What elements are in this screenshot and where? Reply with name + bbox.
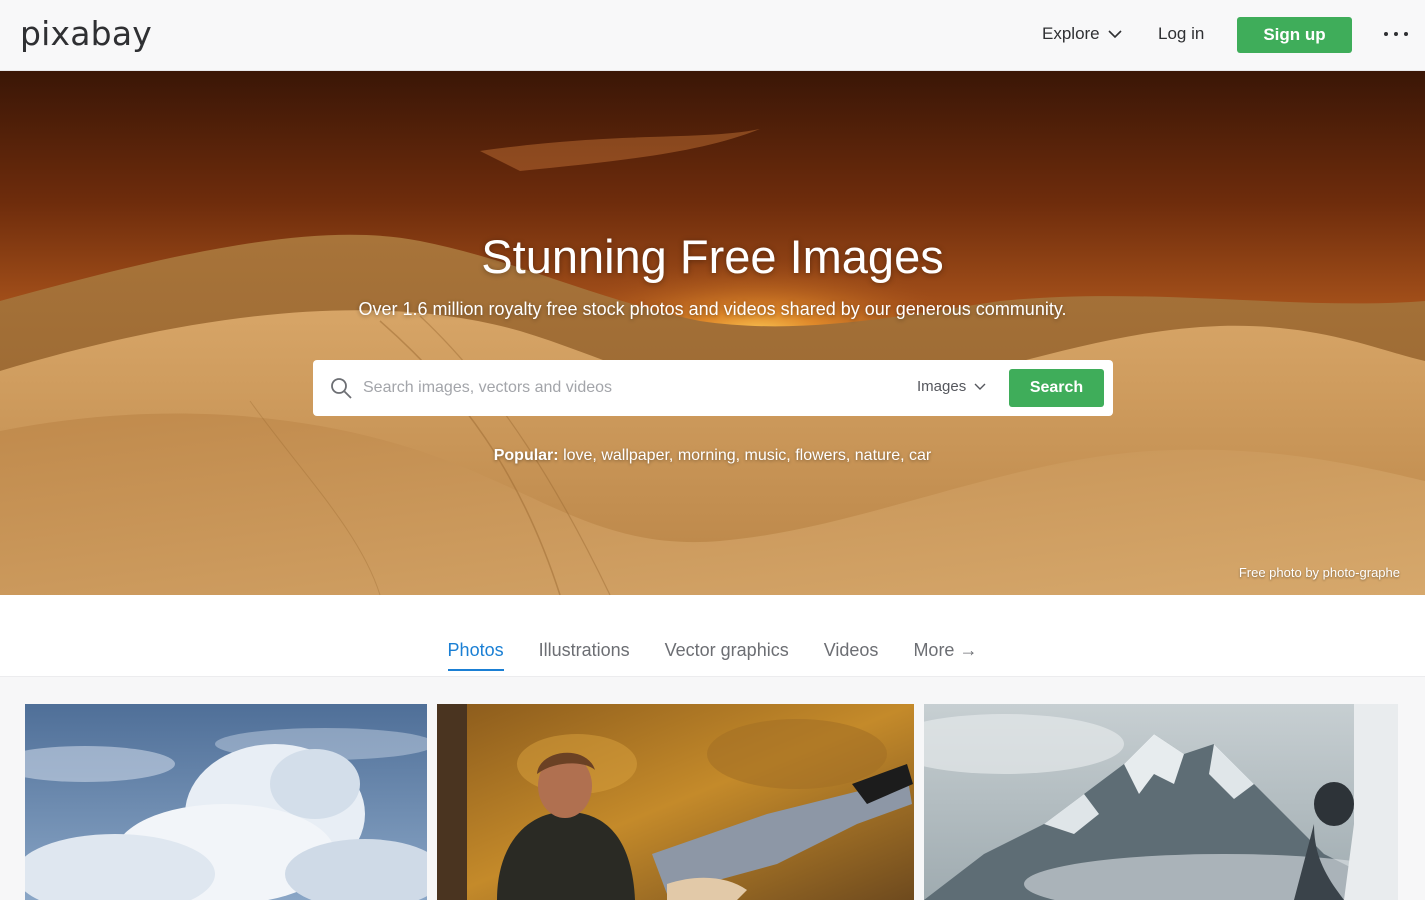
popular-tag[interactable]: flowers [795, 447, 846, 464]
man-sitting-photo [437, 704, 914, 900]
tab-illustrations[interactable]: Illustrations [539, 640, 630, 671]
search-icon [331, 378, 352, 399]
tab-vector-graphics[interactable]: Vector graphics [665, 640, 789, 671]
more-options-icon[interactable] [1384, 24, 1408, 44]
desert-background-image [0, 71, 1425, 595]
explore-menu[interactable]: Explore [1042, 24, 1122, 44]
popular-tag[interactable]: love [563, 447, 592, 464]
hero-title: Stunning Free Images [481, 230, 944, 283]
hero-subtitle: Over 1.6 million royalty free stock phot… [358, 299, 1067, 319]
popular-tag[interactable]: nature [855, 447, 900, 464]
signup-button[interactable]: Sign up [1237, 17, 1352, 53]
popular-tags: Popular: love, wallpaper, morning, music… [493, 447, 932, 464]
media-type-label: Images [917, 378, 967, 395]
image-thumbnail-mountains[interactable] [924, 704, 1398, 900]
popular-tag[interactable]: morning [678, 447, 736, 464]
popular-tag[interactable]: wallpaper [601, 447, 669, 464]
image-grid [0, 704, 1425, 900]
tab-videos[interactable]: Videos [824, 640, 879, 671]
chevron-down-icon [1108, 30, 1122, 39]
explore-label: Explore [1042, 24, 1100, 43]
clouds-photo [25, 704, 427, 900]
image-thumbnail-man-sitting[interactable] [437, 704, 914, 900]
media-tabs-bar: Photos Illustrations Vector graphics Vid… [0, 595, 1425, 677]
tab-photos[interactable]: Photos [447, 640, 504, 671]
search-bar: Images Search [313, 360, 1113, 416]
tab-more[interactable]: More → [913, 640, 977, 671]
chevron-down-icon [974, 383, 986, 390]
popular-label: Popular: [493, 447, 559, 464]
hero-banner: Stunning Free Images Over 1.6 million ro… [0, 71, 1425, 595]
popular-tag[interactable]: car [909, 447, 931, 464]
search-input[interactable] [363, 370, 903, 406]
login-link[interactable]: Log in [1158, 24, 1204, 44]
media-tabs: Photos Illustrations Vector graphics Vid… [0, 640, 1425, 671]
dot [1384, 32, 1388, 36]
photo-credit[interactable]: Free photo by photo-graphe [1239, 565, 1400, 580]
mountains-photo [924, 704, 1398, 900]
top-header: pixabay Explore Log in Sign up [0, 0, 1425, 71]
pixabay-logo[interactable]: pixabay [20, 14, 152, 53]
image-thumbnail-clouds[interactable] [25, 704, 427, 900]
dot [1394, 32, 1398, 36]
search-button[interactable]: Search [1009, 369, 1104, 407]
dot [1404, 32, 1408, 36]
media-type-select[interactable]: Images [917, 378, 986, 395]
popular-tag[interactable]: music [745, 447, 787, 464]
